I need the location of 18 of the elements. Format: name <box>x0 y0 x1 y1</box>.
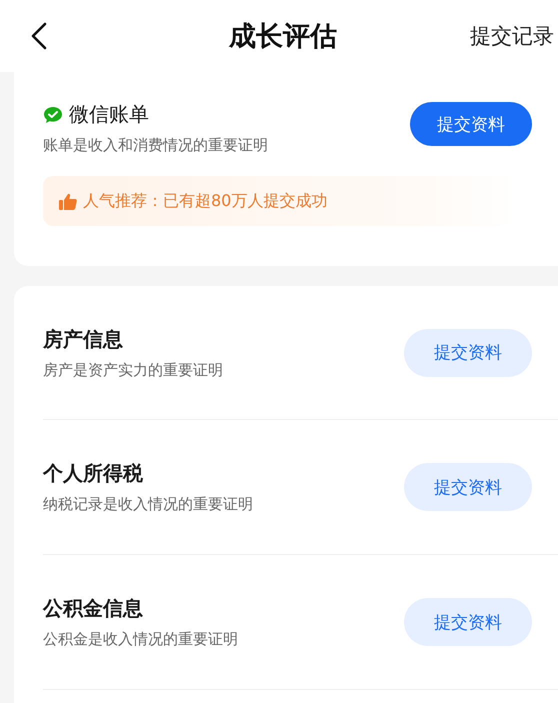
page-title: 成长评估 <box>229 20 337 54</box>
item-description: 房产是资产实力的重要证明 <box>43 360 224 380</box>
item-title: 房产信息 <box>43 326 124 352</box>
item-title: 公积金信息 <box>43 595 144 622</box>
submit-button[interactable]: 提交资料 <box>404 463 532 511</box>
submit-button[interactable]: 提交资料 <box>404 328 532 376</box>
chat-check-icon <box>43 106 63 124</box>
item-title: 个人所得税 <box>43 460 144 487</box>
submit-records-link[interactable]: 提交记录 <box>470 22 554 50</box>
item-description: 纳税记录是收入情况的重要证明 <box>43 495 254 514</box>
tip-text: 人气推荐：已有超80万人提交成功 <box>83 190 328 212</box>
item-description: 账单是收入和消费情况的重要证明 <box>43 136 269 155</box>
submit-button[interactable]: 提交资料 <box>404 598 532 646</box>
submit-button[interactable]: 提交资料 <box>410 102 532 146</box>
thumbs-up-icon <box>59 192 77 210</box>
item-title: 微信账单 <box>69 101 149 128</box>
item-description: 公积金是收入情况的重要证明 <box>43 630 239 649</box>
back-icon[interactable] <box>29 21 49 51</box>
